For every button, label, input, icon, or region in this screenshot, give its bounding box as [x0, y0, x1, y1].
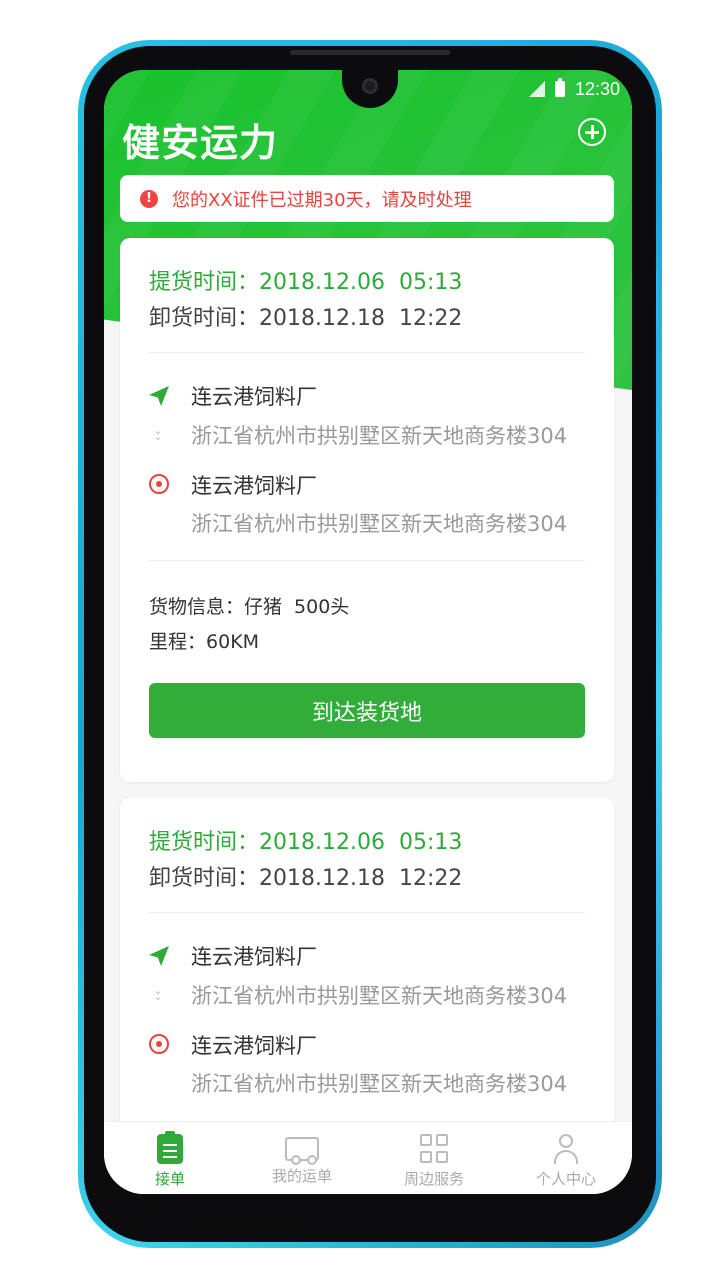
divider [149, 560, 585, 561]
origin-name: 连云港饲料厂 [191, 385, 317, 409]
mileage-info: 里程：60KM [149, 627, 259, 654]
divider [149, 912, 585, 913]
destination-name: 连云港饲料厂 [191, 474, 317, 498]
cargo-label: 货物信息： [149, 596, 245, 618]
unload-time: 12:22 [398, 866, 463, 891]
tab-label: 我的运单 [271, 1167, 332, 1185]
chevron-down-icon: ⌄ ⌄ [153, 984, 163, 1003]
destination-address: 浙江省杭州市拱别墅区新天地商务楼304 [191, 512, 568, 536]
destination-name: 连云港饲料厂 [191, 1034, 317, 1058]
pickup-label: 提货时间： [149, 830, 260, 855]
location-target-icon [149, 474, 169, 494]
cargo-info: 货物信息：仔猪 500头 [149, 592, 349, 619]
tab-label: 接单 [154, 1170, 185, 1188]
tab-my-waybills[interactable]: 我的运单 [236, 1122, 368, 1194]
bottom-tab-bar: 接单 我的运单 周边服务 个人中心 [104, 1121, 632, 1194]
expiry-alert[interactable]: ! 您的XX证件已过期30天，请及时处理 [120, 175, 614, 222]
user-icon [551, 1134, 581, 1164]
battery-icon [554, 78, 565, 97]
cargo-quantity: 500头 [294, 596, 350, 618]
status-time: 12:30 [574, 78, 620, 99]
pickup-time: 05:13 [398, 830, 463, 855]
pickup-label: 提货时间： [149, 270, 260, 295]
tab-label: 周边服务 [403, 1170, 464, 1188]
grid-icon [420, 1134, 448, 1164]
truck-icon [285, 1137, 319, 1165]
unload-date: 2018.12.18 [259, 306, 385, 331]
phone-speaker [290, 50, 450, 55]
divider [149, 352, 585, 353]
chevron-down-icon: ⌄ ⌄ [153, 424, 163, 443]
signal-icon [528, 81, 545, 97]
paper-plane-icon [149, 946, 169, 966]
unload-time-row: 卸货时间：2018.12.18 12:22 [149, 860, 462, 892]
destination-address: 浙江省杭州市拱别墅区新天地商务楼304 [191, 1072, 568, 1096]
status-bar: 12:30 [528, 78, 620, 100]
app-title: 健安运力 [122, 121, 279, 165]
origin-address: 浙江省杭州市拱别墅区新天地商务楼304 [191, 984, 568, 1008]
alert-text: 您的XX证件已过期30天，请及时处理 [172, 189, 472, 211]
tab-orders[interactable]: 接单 [104, 1122, 236, 1194]
add-circle-icon[interactable] [578, 118, 606, 146]
clipboard-icon [157, 1131, 183, 1164]
pickup-time-row: 提货时间：2018.12.06 05:13 [149, 824, 462, 856]
order-card[interactable]: 提货时间：2018.12.06 05:13 卸货时间：2018.12.18 12:2… [120, 238, 614, 782]
alert-exclamation-icon: ! [140, 189, 158, 208]
camera-icon [362, 78, 378, 94]
tab-nearby-services[interactable]: 周边服务 [368, 1122, 500, 1194]
pickup-date: 2018.12.06 [259, 270, 385, 295]
pickup-time: 05:13 [398, 270, 463, 295]
unload-label: 卸货时间： [149, 306, 260, 331]
mileage-label: 里程： [149, 631, 207, 653]
app-screen: 12:30 健安运力 ! 您的XX证件已过期30天，请及时处理 提货时间：201… [104, 70, 632, 1194]
pickup-date: 2018.12.06 [259, 830, 385, 855]
tab-profile[interactable]: 个人中心 [500, 1122, 632, 1194]
paper-plane-icon [149, 386, 169, 406]
origin-address: 浙江省杭州市拱别墅区新天地商务楼304 [191, 424, 568, 448]
origin-name: 连云港饲料厂 [191, 945, 317, 969]
unload-date: 2018.12.18 [259, 866, 385, 891]
unload-time-row: 卸货时间：2018.12.18 12:22 [149, 300, 462, 332]
cargo-type: 仔猪 [244, 596, 283, 618]
unload-label: 卸货时间： [149, 866, 260, 891]
mileage-value: 60KM [206, 631, 260, 653]
arrive-loading-site-button[interactable]: 到达装货地 [149, 683, 585, 738]
tab-label: 个人中心 [535, 1170, 596, 1188]
pickup-time-row: 提货时间：2018.12.06 05:13 [149, 264, 462, 296]
location-target-icon [149, 1034, 169, 1054]
unload-time: 12:22 [398, 306, 463, 331]
